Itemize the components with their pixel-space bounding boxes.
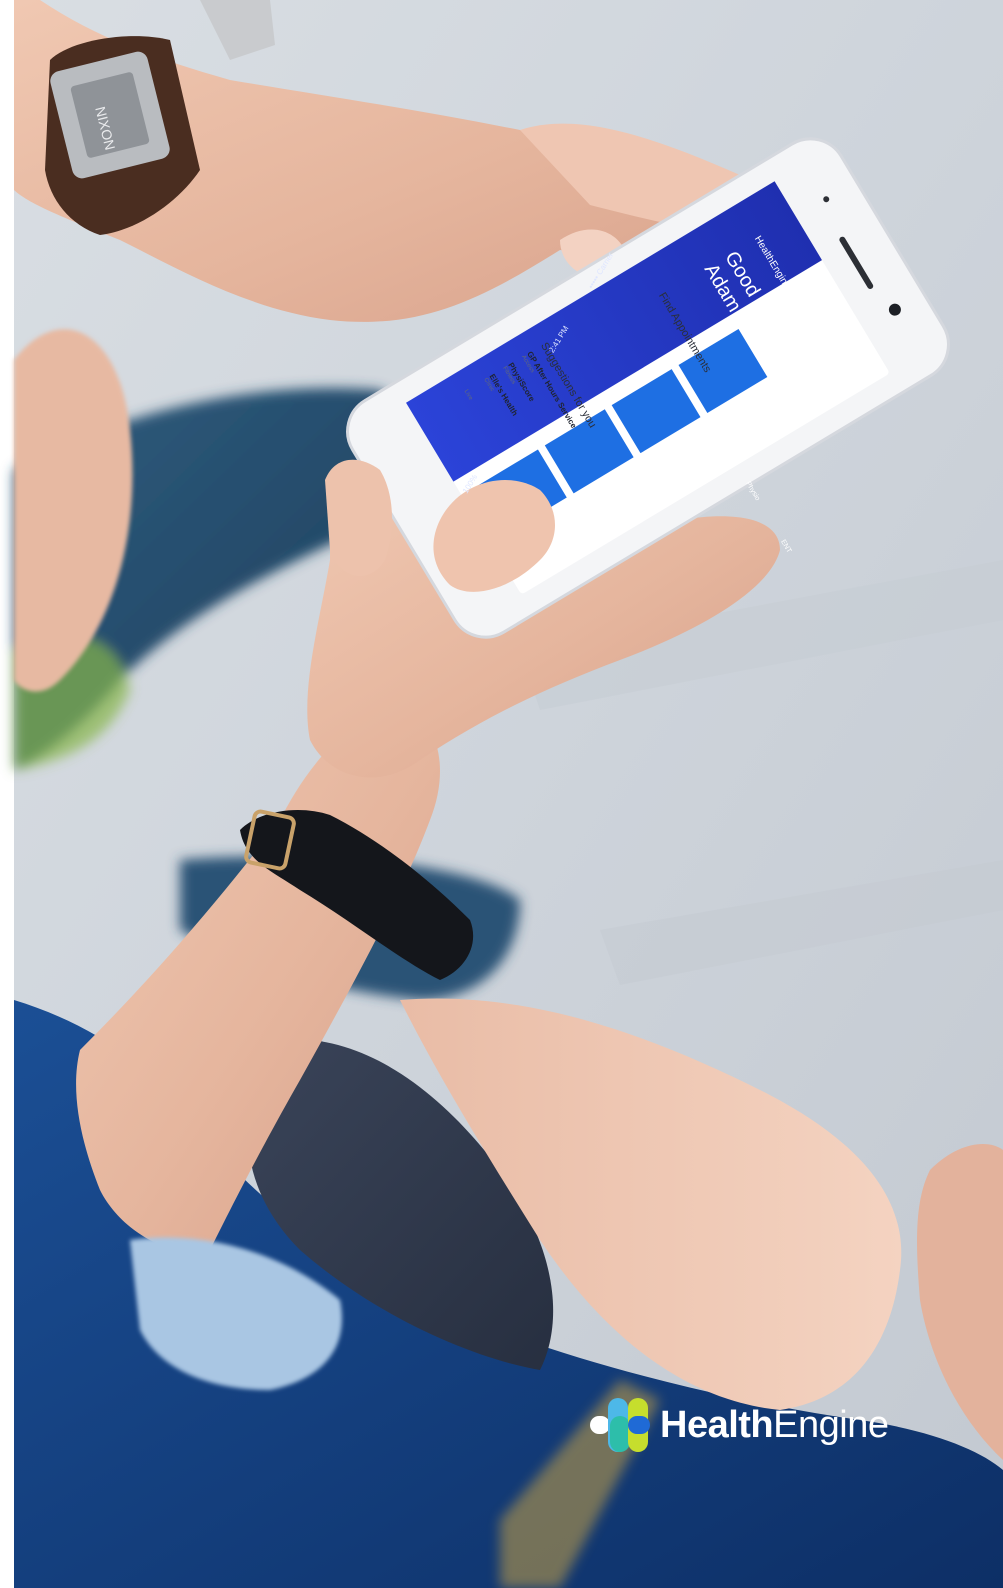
wordmark-light: Engine (773, 1403, 889, 1446)
healthengine-wordmark: HealthEngine (660, 1403, 889, 1447)
photo-scene: NIXON (0, 0, 1003, 1588)
tile-physio-label[interactable]: Physio (744, 480, 761, 502)
status-battery: 100% (460, 472, 480, 496)
healthengine-logo: HealthEngine (588, 1396, 889, 1454)
tile-ent-label[interactable]: ENT (779, 539, 792, 555)
healthengine-cross-icon (590, 1398, 650, 1452)
tab-live[interactable]: Live (463, 389, 474, 402)
tile-gp-label[interactable]: GP (667, 352, 678, 364)
wordmark-bold: Health (660, 1403, 774, 1446)
tile-dental-label[interactable]: Dental (706, 417, 722, 438)
